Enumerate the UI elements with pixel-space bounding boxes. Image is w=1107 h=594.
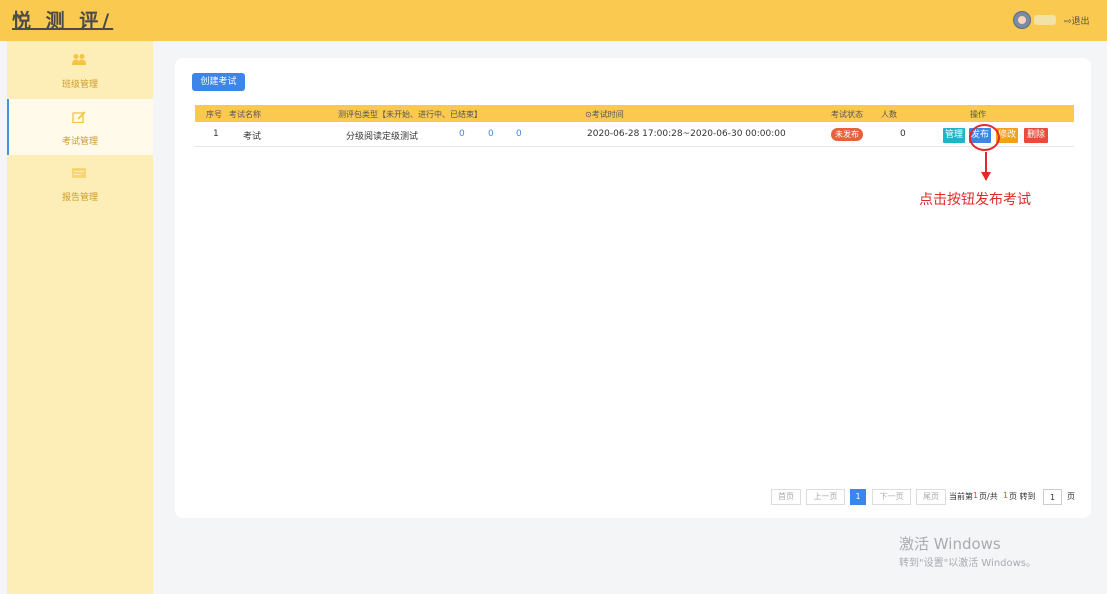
page-info-current: 1 [973, 491, 979, 500]
prev-page-button[interactable]: 上一页 [806, 489, 845, 505]
edit-icon [72, 111, 86, 123]
goto-page-input[interactable] [1043, 489, 1062, 505]
windows-watermark-title: 激活 Windows [899, 535, 1001, 553]
exam-list-panel: 创建考试 序号 考试名称 测评包类型【未开始、进行中、已结束】 ⊙考试时间 考试… [175, 58, 1091, 518]
next-page-button[interactable]: 下一页 [872, 489, 911, 505]
sidebar-item-label: 考试管理 [61, 137, 98, 147]
goto-page-suffix: 页 [1067, 492, 1075, 501]
column-header-name: 考试名称 [229, 110, 261, 119]
logout-link[interactable]: ⇨退出 [1064, 14, 1090, 27]
table-row: 1 考试 分级阅读定级测试 0 0 0 2020-06-28 17:00:28~… [195, 123, 1074, 147]
windows-watermark-subtitle: 转到"设置"以激活 Windows。 [899, 558, 1037, 569]
top-bar: 悦 测 评/ ⇨退出 [0, 0, 1107, 41]
sidebar-item-label: 班级管理 [61, 80, 98, 90]
page-info-mid: 页/共 [979, 492, 998, 501]
last-page-button[interactable]: 尾页 [916, 489, 946, 505]
avatar[interactable] [1013, 11, 1031, 29]
highlight-circle [969, 124, 1000, 151]
sidebar-item-label: 报告管理 [61, 193, 98, 203]
not-started-count[interactable]: 0 [459, 129, 465, 139]
sidebar-item-exam-management[interactable]: 考试管理 [7, 99, 153, 155]
users-icon [72, 54, 86, 65]
ended-count[interactable]: 0 [516, 129, 522, 139]
report-icon [72, 168, 86, 178]
username-redacted [1034, 15, 1056, 25]
column-header-actions: 操作 [970, 110, 986, 119]
column-header-package-type: 测评包类型【未开始、进行中、已结束】 [338, 110, 482, 119]
table-header: 序号 考试名称 测评包类型【未开始、进行中、已结束】 ⊙考试时间 考试状态 人数… [195, 105, 1074, 122]
participant-count: 0 [900, 129, 906, 139]
app-logo: 悦 测 评/ [12, 10, 114, 32]
page-info-total: 1 [1003, 491, 1009, 500]
page-1-button[interactable]: 1 [850, 489, 866, 505]
in-progress-count[interactable]: 0 [488, 129, 494, 139]
exam-time: 2020-06-28 17:00:28~2020-06-30 00:00:00 [587, 129, 786, 139]
column-header-count: 人数 [881, 110, 897, 119]
create-exam-button[interactable]: 创建考试 [192, 73, 245, 91]
arrow-down-icon [985, 152, 987, 174]
sidebar-item-class-management[interactable]: 班级管理 [7, 41, 153, 97]
status-badge: 未发布 [831, 128, 863, 141]
row-index: 1 [213, 129, 219, 139]
column-header-status: 考试状态 [831, 110, 863, 119]
exam-name: 考试 [243, 132, 262, 142]
first-page-button[interactable]: 首页 [771, 489, 801, 505]
column-header-index: 序号 [206, 110, 222, 119]
manage-button[interactable]: 管理 [943, 128, 965, 143]
delete-button[interactable]: 删除 [1024, 128, 1048, 143]
instruction-annotation: 点击按钮发布考试 [919, 192, 1031, 208]
arrow-head-icon [981, 172, 991, 181]
package-type: 分级阅读定级测试 [346, 132, 419, 142]
column-header-time: ⊙考试时间 [585, 110, 624, 119]
page-info-prefix: 当前第 [949, 492, 973, 501]
sidebar: 班级管理 考试管理 报告管理 [7, 41, 153, 594]
sidebar-item-report-management[interactable]: 报告管理 [7, 156, 153, 212]
page-info-suffix: 页 转到 [1009, 492, 1036, 501]
